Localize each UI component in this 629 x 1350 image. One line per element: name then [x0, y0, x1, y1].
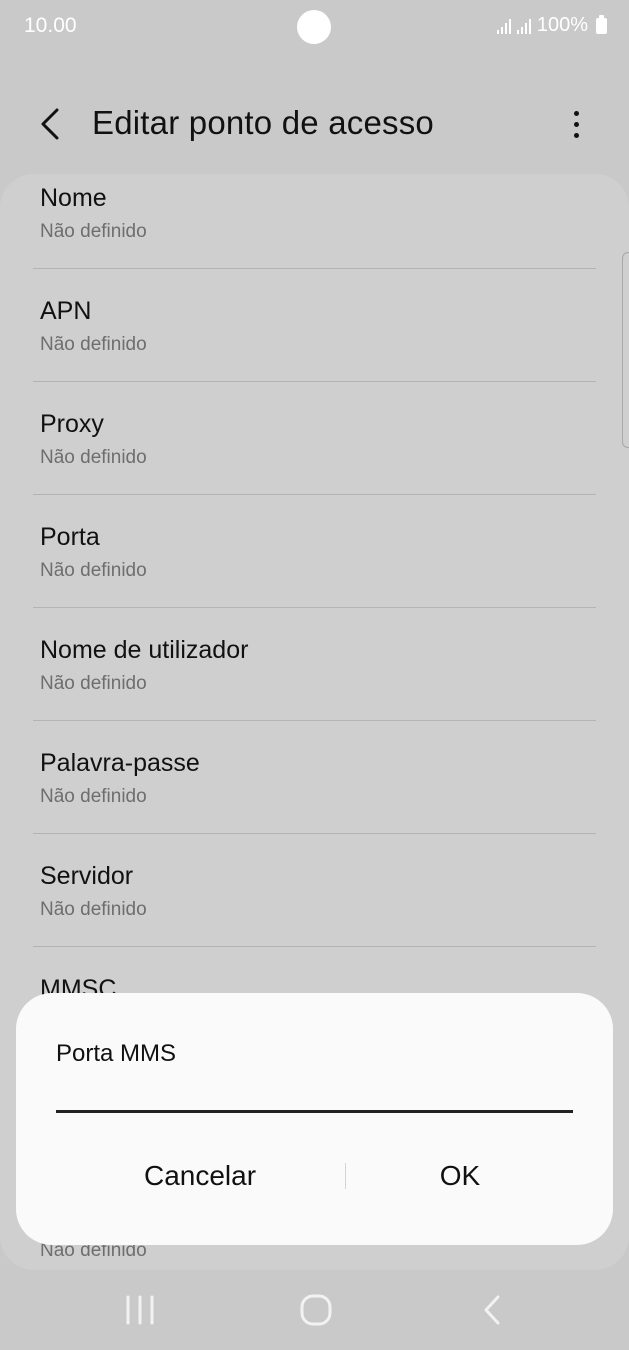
dialog-title: Porta MMS	[56, 1040, 177, 1067]
divider	[33, 381, 596, 382]
divider	[33, 494, 596, 495]
porta-mms-dialog: Porta MMS Cancelar OK	[16, 993, 613, 1245]
list-item-proxy[interactable]: Proxy Não definido	[0, 400, 629, 513]
nav-back-button[interactable]	[462, 1286, 522, 1334]
more-vertical-icon	[573, 110, 579, 116]
item-value: Não definido	[40, 221, 147, 242]
item-value: Não definido	[40, 899, 147, 920]
cancel-button[interactable]: Cancelar	[56, 1149, 344, 1203]
item-label: Porta	[40, 523, 100, 551]
list-item-nome-de-utilizador[interactable]: Nome de utilizador Não definido	[0, 626, 629, 739]
divider	[33, 946, 596, 947]
item-label: Nome de utilizador	[40, 636, 249, 664]
scrollbar[interactable]	[622, 252, 629, 448]
battery-icon	[596, 14, 607, 34]
recents-button[interactable]	[110, 1286, 170, 1334]
divider	[33, 720, 596, 721]
app-header: Editar ponto de acesso	[0, 80, 629, 170]
item-label: Palavra-passe	[40, 749, 200, 777]
divider	[33, 833, 596, 834]
battery-percent: 100%	[536, 14, 588, 36]
ok-button[interactable]: OK	[346, 1149, 574, 1203]
navigation-bar	[0, 1270, 629, 1350]
list-item-servidor[interactable]: Servidor Não definido	[0, 852, 629, 965]
more-vertical-icon-dot	[573, 121, 579, 127]
list-item-palavra-passe[interactable]: Palavra-passe Não definido	[0, 739, 629, 852]
back-arrow-icon	[41, 108, 59, 140]
back-button[interactable]	[28, 102, 72, 146]
list-item-nome[interactable]: Nome Não definido	[0, 174, 629, 287]
item-value: Não definido	[40, 447, 147, 468]
recents-icon	[126, 1295, 154, 1325]
list-item-porta[interactable]: Porta Não definido	[0, 513, 629, 626]
more-vertical-icon-dot	[573, 132, 579, 138]
item-value: Não definido	[40, 560, 147, 581]
page-title: Editar ponto de acesso	[92, 104, 434, 141]
item-label: APN	[40, 297, 92, 325]
status-bar: 10.00 100%	[0, 0, 629, 56]
item-value: Não definido	[40, 786, 147, 807]
status-indicators: 100%	[496, 14, 607, 37]
divider	[33, 268, 596, 269]
nav-back-icon	[484, 1295, 500, 1325]
more-options-button[interactable]	[556, 100, 596, 148]
item-label: Proxy	[40, 410, 104, 438]
item-value: Não definido	[40, 673, 147, 694]
signal-icon	[516, 18, 531, 34]
item-label: Nome	[40, 184, 107, 212]
item-label: Servidor	[40, 862, 134, 890]
signal-icon	[496, 18, 511, 34]
home-button[interactable]	[286, 1286, 346, 1334]
list-item-apn[interactable]: APN Não definido	[0, 287, 629, 400]
camera-cutout	[297, 10, 331, 44]
divider	[33, 607, 596, 608]
item-value: Não definido	[40, 334, 147, 355]
home-icon	[300, 1294, 332, 1326]
porta-mms-input[interactable]	[56, 1083, 573, 1113]
status-time: 10.00	[24, 14, 77, 37]
